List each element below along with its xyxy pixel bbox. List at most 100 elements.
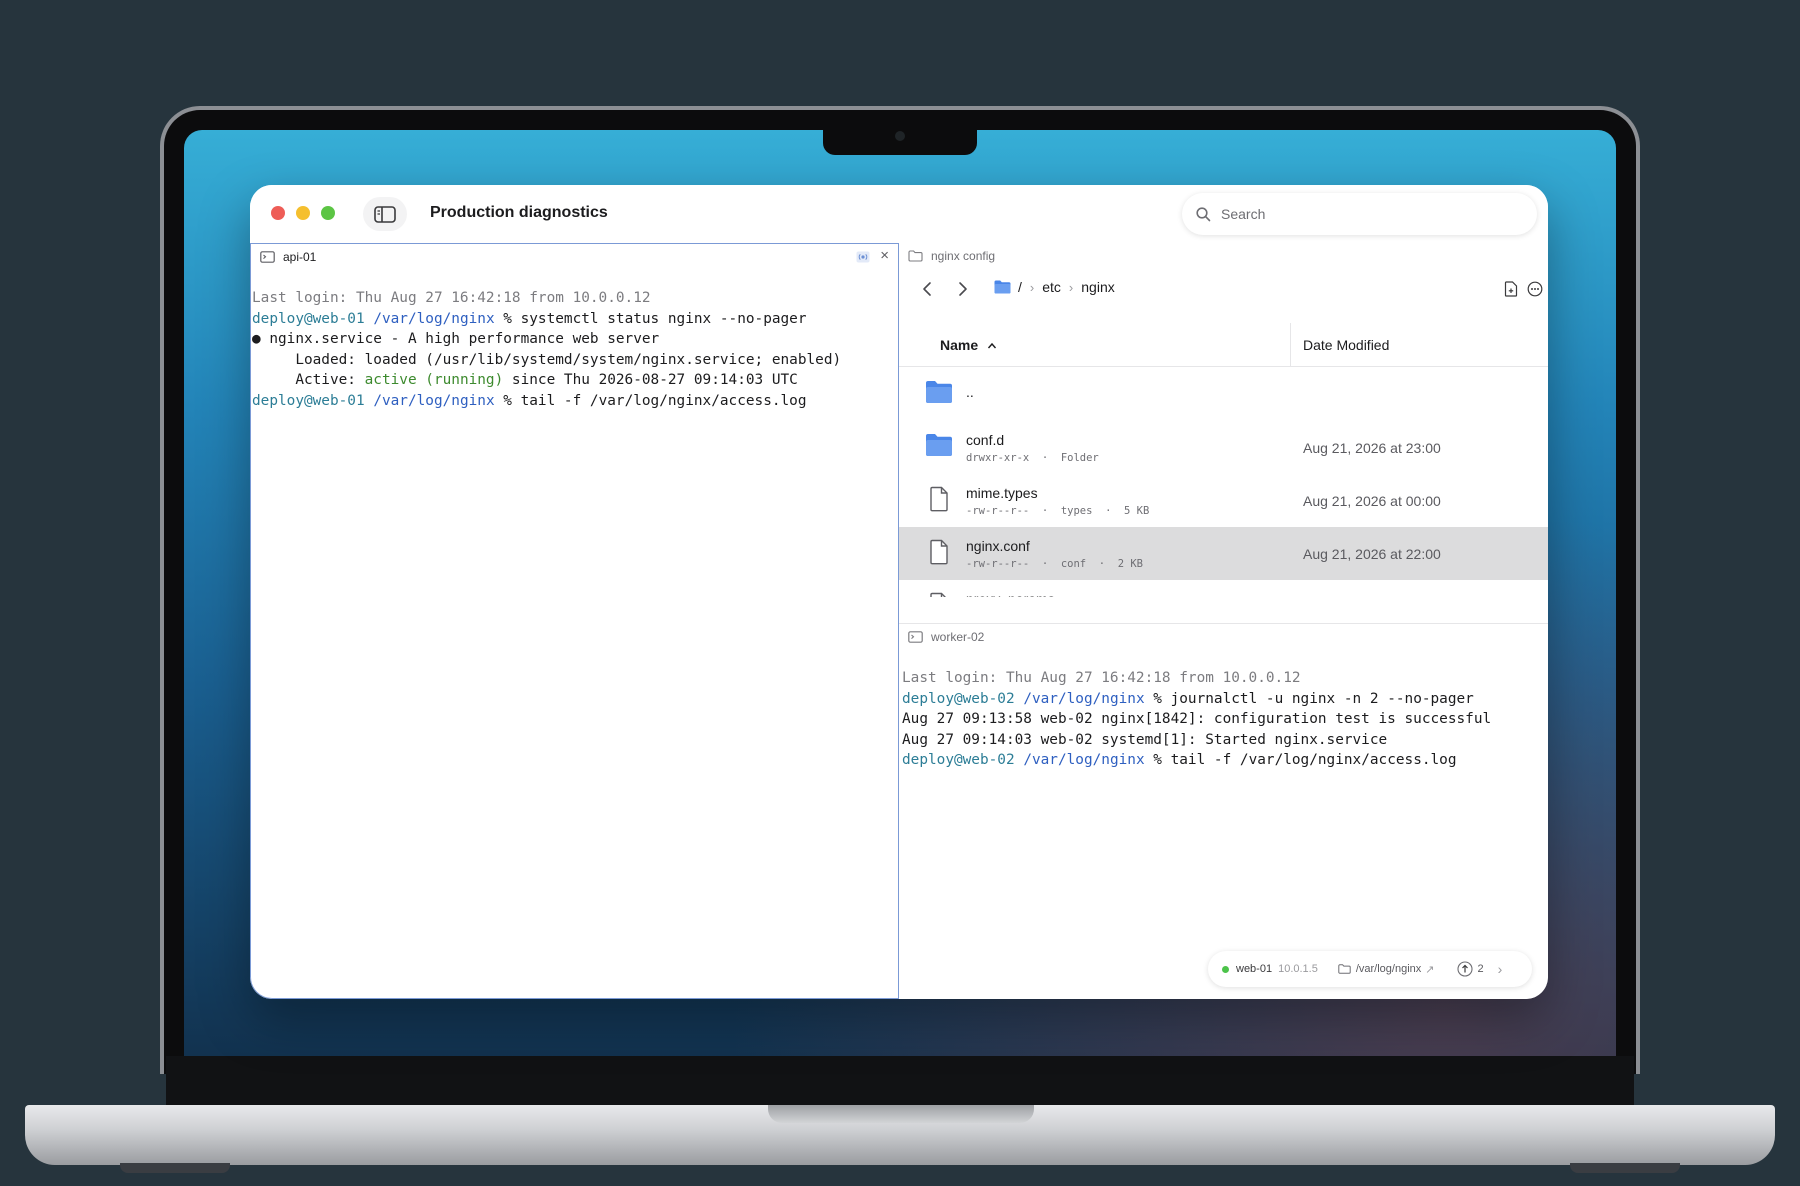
more-options-button[interactable] xyxy=(1523,277,1547,301)
file-meta: drwxr-xr-x · Folder xyxy=(966,452,1099,464)
window-title: Production diagnostics xyxy=(430,204,608,221)
terminal-line: deploy@web-01 /var/log/nginx % tail -f /… xyxy=(252,391,807,412)
new-file-button[interactable] xyxy=(1499,277,1523,301)
breadcrumb-item[interactable]: / xyxy=(1018,279,1022,295)
name-column-header[interactable]: Name xyxy=(940,337,997,353)
terminal-icon xyxy=(260,251,275,263)
file-date-modified: Aug 21, 2026 at 22:00 xyxy=(1303,546,1441,562)
breadcrumb-item[interactable]: nginx xyxy=(1081,279,1114,295)
terminal-command: % tail -f /var/log/nginx/access.log xyxy=(494,392,807,409)
terminal-pane-api-01[interactable]: api-01 × Last login: Thu Aug 27 16:42:18… xyxy=(250,243,899,999)
zoom-window-button[interactable] xyxy=(321,206,335,220)
terminal-pane-header: api-01 × xyxy=(251,244,898,270)
host-ip: 10.0.1.5 xyxy=(1278,963,1318,975)
folder-icon xyxy=(925,380,953,409)
file-row[interactable]: conf.d drwxr-xr-x · Folder Aug 21, 2026 at… xyxy=(899,421,1548,474)
chevron-up-icon xyxy=(988,342,997,349)
chevron-left-icon xyxy=(923,282,931,296)
terminal-text: Active: xyxy=(252,372,365,388)
terminal-icon xyxy=(908,631,923,643)
file-meta: -rw-r--r-- · types · 5 KB xyxy=(966,505,1150,517)
terminal-line: Aug 27 09:14:03 web-02 systemd[1]: Start… xyxy=(902,731,1388,748)
prompt-path: /var/log/nginx xyxy=(373,310,495,327)
close-pane-icon[interactable]: × xyxy=(880,247,889,264)
file-browser-pane: nginx config / › etc › nginx Name Date M… xyxy=(899,243,1548,623)
upload-indicator[interactable]: 2 xyxy=(1456,961,1484,977)
terminal-line: deploy@web-02 /var/log/nginx % tail -f /… xyxy=(902,750,1457,771)
terminal-line: deploy@web-02 /var/log/nginx % journalct… xyxy=(902,689,1474,710)
file-name: conf.d xyxy=(966,432,1005,448)
prompt-user: deploy@web-01 xyxy=(252,310,365,327)
close-window-button[interactable] xyxy=(271,206,285,220)
minimize-window-button[interactable] xyxy=(296,206,310,220)
parent-directory-row[interactable]: .. xyxy=(899,368,1548,421)
app-window: Production diagnostics api-01 xyxy=(250,185,1548,999)
chevron-right-icon xyxy=(959,282,967,296)
breadcrumb-separator: › xyxy=(1068,279,1074,295)
file-browser-header: nginx config xyxy=(899,243,1548,269)
file-icon xyxy=(925,539,953,570)
column-divider[interactable] xyxy=(1290,323,1291,367)
prompt-path: /var/log/nginx xyxy=(1023,690,1145,707)
file-icon xyxy=(925,592,953,597)
file-date-modified: Aug 21, 2026 at 23:00 xyxy=(1303,440,1441,456)
service-status: active (running) xyxy=(364,372,504,388)
new-file-icon xyxy=(1504,281,1518,297)
sidebar-toggle-button[interactable] xyxy=(363,197,407,231)
terminal-tab-label: worker-02 xyxy=(931,630,985,644)
laptop-chin xyxy=(166,1056,1634,1106)
terminal-line: Aug 27 09:13:58 web-02 nginx[1842]: conf… xyxy=(902,711,1492,727)
file-list: .. conf.d drwxr-xr-x · Folder Aug 21, 2026 … xyxy=(899,368,1548,597)
name-column-label: Name xyxy=(940,337,979,353)
file-row[interactable]: proxy_params-rw-r--r-- · File · 636 byte… xyxy=(899,580,1548,597)
search-box[interactable] xyxy=(1182,193,1537,235)
file-icon xyxy=(925,486,953,517)
terminal-command: % journalctl -u nginx -n 2 --no-pager xyxy=(1144,690,1474,707)
terminal-tab-label: api-01 xyxy=(283,250,317,264)
file-name: proxy_params xyxy=(966,591,1055,597)
terminal-command: % tail -f /var/log/nginx/access.log xyxy=(1144,752,1457,768)
laptop-foot-right xyxy=(1570,1163,1680,1173)
sidebar-icon xyxy=(374,205,396,223)
forward-button[interactable] xyxy=(951,277,975,301)
connection-status-bar[interactable]: web-01 10.0.1.5 /var/log/nginx ↗ 2 › xyxy=(1208,951,1532,987)
column-header-row: Name Date Modified xyxy=(899,323,1548,367)
working-directory[interactable]: /var/log/nginx ↗ xyxy=(1338,963,1435,976)
camera-icon xyxy=(895,131,905,141)
terminal-command: % systemctl status nginx --no-pager xyxy=(494,310,807,327)
prompt-path: /var/log/nginx xyxy=(373,392,495,409)
terminal-line: Active: active (running) since Thu 2026-… xyxy=(252,370,798,391)
terminal-text: since Thu 2026-08-27 09:14:03 UTC xyxy=(503,372,798,388)
file-meta: -rw-r--r-- · conf · 2 KB xyxy=(966,558,1144,570)
prompt-user: deploy@web-02 xyxy=(902,690,1015,707)
laptop-foot-left xyxy=(120,1163,230,1173)
file-row[interactable]: mime.types -rw-r--r-- · types · 5 KB Aug 2… xyxy=(899,474,1548,527)
terminal-line: Loaded: loaded (/usr/lib/systemd/system/… xyxy=(252,351,842,368)
ellipsis-circle-icon xyxy=(1527,281,1543,297)
terminal-pane-worker-02[interactable]: worker-02 Last login: Thu Aug 27 16:42:1… xyxy=(899,623,1548,999)
file-row[interactable]: nginx.conf -rw-r--r-- · conf · 2 KB Aug 21… xyxy=(899,527,1548,580)
chevron-right-icon[interactable]: › xyxy=(1498,961,1503,977)
prompt-path: /var/log/nginx xyxy=(1023,752,1145,768)
breadcrumb-item[interactable]: etc xyxy=(1042,279,1061,295)
terminal-line: deploy@web-01 /var/log/nginx % systemctl… xyxy=(252,309,807,330)
search-icon xyxy=(1196,206,1211,221)
date-column-header[interactable]: Date Modified xyxy=(1303,337,1389,353)
titlebar: Production diagnostics xyxy=(250,185,1548,243)
breadcrumb-separator: › xyxy=(1029,279,1035,295)
broadcast-icon[interactable] xyxy=(856,250,870,268)
terminal-pane-header: worker-02 xyxy=(899,624,1548,650)
prompt-user: deploy@web-01 xyxy=(252,392,365,409)
arrow-up-circle-icon xyxy=(1456,961,1473,977)
prompt-user: deploy@web-02 xyxy=(902,752,1015,768)
file-date-modified: Aug 21, 2026 at 00:00 xyxy=(1303,493,1441,509)
back-button[interactable] xyxy=(915,277,939,301)
file-browser-label: nginx config xyxy=(931,249,996,263)
host-name: web-01 xyxy=(1236,963,1273,975)
folder-icon xyxy=(994,280,1011,294)
search-input[interactable] xyxy=(1221,206,1501,222)
laptop-base-lip xyxy=(768,1105,1034,1123)
navigation-bar: / › etc › nginx xyxy=(899,269,1548,309)
file-name: .. xyxy=(966,384,974,400)
external-link-icon: ↗ xyxy=(1425,963,1435,976)
